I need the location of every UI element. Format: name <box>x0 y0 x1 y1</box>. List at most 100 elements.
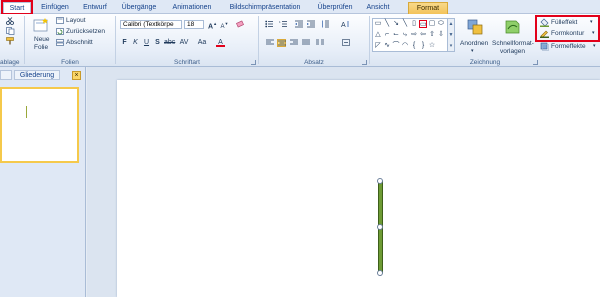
cut-icon[interactable] <box>6 17 14 25</box>
svg-text:1: 1 <box>279 20 281 24</box>
new-slide-button[interactable]: Neue Folie <box>29 16 53 56</box>
layout-label: Layout <box>66 17 86 24</box>
arrange-icon <box>467 19 483 35</box>
layout-button[interactable]: Layout <box>56 16 112 26</box>
font-dialog-launcher[interactable] <box>251 60 256 65</box>
section-button[interactable]: Abschnitt <box>56 38 114 48</box>
font-name-combo[interactable]: Calibri (Textkörpe <box>120 20 182 29</box>
shape-effects-button[interactable]: Formeffekte ▾ <box>539 42 599 52</box>
clear-formatting-icon[interactable] <box>236 20 245 28</box>
slide[interactable] <box>117 80 600 297</box>
increase-indent-icon[interactable] <box>307 20 316 28</box>
quick-styles-icon <box>505 20 520 34</box>
svg-text:A: A <box>341 22 346 28</box>
shape-left-arrow[interactable]: ⇦ <box>419 31 427 39</box>
shape-elbow[interactable]: ⌐ <box>383 31 391 39</box>
align-text-button[interactable] <box>341 39 350 47</box>
close-icon[interactable]: × <box>72 71 81 80</box>
tab-animationen[interactable]: Animationen <box>168 2 216 14</box>
reset-icon <box>56 28 64 35</box>
slides-group-label: Folien <box>61 59 79 66</box>
shape-effects-dropdown: ▾ <box>593 43 596 49</box>
font-group-label: Schriftart <box>173 59 200 66</box>
text-direction-icon[interactable]: A <box>341 20 350 28</box>
shape-rectangle[interactable]: ▯ <box>410 20 418 28</box>
bullets-icon[interactable] <box>265 20 274 28</box>
shape-connector[interactable]: ⤷ <box>401 31 409 39</box>
align-right-button[interactable] <box>289 39 298 47</box>
strikethrough-button[interactable]: abc <box>164 39 175 47</box>
tab-slides[interactable] <box>0 70 12 80</box>
numbering-icon[interactable]: 1 <box>279 20 288 28</box>
grow-font-button[interactable]: A▲ <box>208 20 217 30</box>
shape-effects-label: Formeffekte <box>551 43 586 50</box>
copy-icon[interactable] <box>6 27 15 35</box>
tab-bildschirmpraesentation[interactable]: Bildschirmpräsentation <box>224 2 306 14</box>
justify-button[interactable] <box>301 39 310 47</box>
resize-handle-bottom[interactable] <box>377 270 383 276</box>
shape-callout[interactable]: ◸ <box>374 42 382 50</box>
shapes-gallery-scroll[interactable]: ▲ ▼ ▾ <box>448 18 455 52</box>
new-slide-icon <box>33 18 48 32</box>
drawing-group-label: Zeichnung <box>469 59 501 66</box>
shape-elbow-arrow[interactable]: ⌙ <box>392 31 400 39</box>
new-slide-label-line1: Neue <box>34 36 50 43</box>
tab-outline[interactable]: Gliederung <box>14 70 60 80</box>
underline-button[interactable]: U <box>142 39 151 47</box>
resize-handle-top[interactable] <box>377 178 383 184</box>
shrink-font-button[interactable]: A▼ <box>220 20 229 30</box>
shape-line-arrow[interactable]: ↘ <box>392 20 400 28</box>
font-color-button[interactable]: A <box>216 39 225 47</box>
char-spacing-button[interactable]: AV <box>178 39 190 47</box>
shape-right-arrow[interactable]: ⇨ <box>410 31 418 39</box>
shape-star[interactable]: ☆ <box>428 42 436 50</box>
shape-triangle[interactable]: △ <box>374 31 382 39</box>
quick-styles-button[interactable]: Schnellformat- vorlagen <box>492 16 534 58</box>
font-group: Calibri (Textkörpe 18 A▲ A▼ F K U S abc … <box>116 14 258 67</box>
align-center-button[interactable] <box>277 39 286 47</box>
drawing-dialog-launcher[interactable] <box>533 60 538 65</box>
ribbon-tab-bar: Start Einfügen Entwurf Übergänge Animati… <box>0 0 600 15</box>
tab-uebergaenge[interactable]: Übergänge <box>118 2 160 14</box>
thumbnail-shape <box>26 106 27 118</box>
shapes-gallery: ▭ ╲ ↘ ╲ ▯ ▭ ▢ ⬭ △ ⌐ ⌙ ⤷ ⇨ ⇦ ⇧ ⇩ ◸ ∿ ⌒ ◠ … <box>372 18 448 52</box>
tab-ansicht[interactable]: Ansicht <box>364 2 392 14</box>
reset-button[interactable]: Zurücksetzen <box>56 27 114 37</box>
align-left-button[interactable] <box>265 39 274 47</box>
shape-oval[interactable]: ⬭ <box>437 20 445 28</box>
section-icon <box>56 39 64 46</box>
bold-button[interactable]: F <box>120 39 129 47</box>
shape-diag-line[interactable]: ╲ <box>401 20 409 28</box>
arrange-button[interactable]: Anordnen ▾ <box>459 16 489 58</box>
decrease-indent-icon[interactable] <box>295 20 304 28</box>
arrange-label: Anordnen <box>460 40 489 47</box>
shape-down-arrow[interactable]: ⇩ <box>437 31 445 39</box>
format-painter-icon[interactable] <box>6 37 15 45</box>
tab-ueberpruefen[interactable]: Überprüfen <box>312 2 358 14</box>
tab-einfuegen[interactable]: Einfügen <box>36 2 74 14</box>
fill-outline-highlight <box>535 15 600 42</box>
section-label: Abschnitt <box>66 39 93 46</box>
shadow-button[interactable]: S <box>153 39 162 47</box>
italic-button[interactable]: K <box>131 39 140 47</box>
shape-brace-right[interactable]: } <box>419 42 427 50</box>
shape-brace-left[interactable]: { <box>410 42 418 50</box>
tab-format[interactable]: Format <box>408 2 448 14</box>
slide-thumbnail[interactable] <box>0 87 79 163</box>
clipboard-group: ablage <box>0 14 24 67</box>
shape-up-arrow[interactable]: ⇧ <box>428 31 436 39</box>
font-size-combo[interactable]: 18 <box>184 20 204 29</box>
shape-rounded-rect[interactable]: ▢ <box>428 20 436 28</box>
shape-curve-2[interactable]: ⌒ <box>392 42 400 50</box>
change-case-button[interactable]: Aa <box>196 39 208 47</box>
shape-curve[interactable]: ∿ <box>383 42 391 50</box>
columns-button[interactable] <box>315 39 324 47</box>
shape-line[interactable]: ╲ <box>383 20 391 28</box>
paragraph-dialog-launcher[interactable] <box>362 60 367 65</box>
shape-rectangle-selected[interactable]: ▭ <box>419 20 427 28</box>
shape-arc[interactable]: ◠ <box>401 42 409 50</box>
resize-handle-middle[interactable] <box>377 224 383 230</box>
tab-entwurf[interactable]: Entwurf <box>80 2 110 14</box>
line-spacing-icon[interactable] <box>321 20 330 28</box>
shape-textbox[interactable]: ▭ <box>374 20 382 28</box>
